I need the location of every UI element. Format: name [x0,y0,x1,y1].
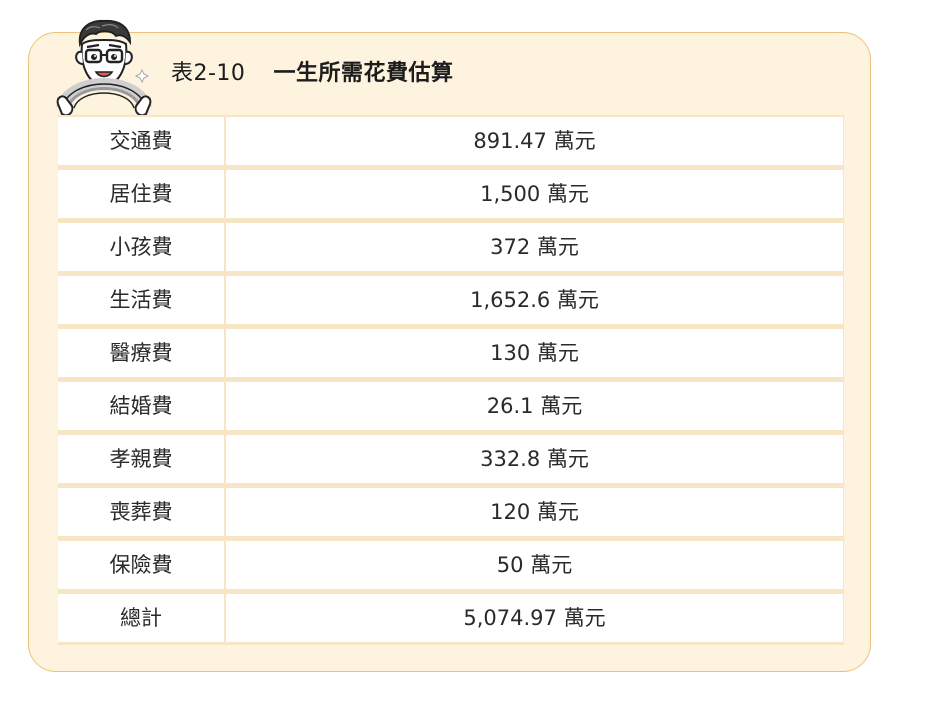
table-row: 交通費 891.47 萬元 [58,115,844,165]
mascot-icon [56,19,152,117]
table-title: 表2-10 一生所需花費估算 [171,57,453,91]
row-label: 居住費 [58,170,224,218]
row-label: 交通費 [58,117,224,165]
table-row: 喪葬費 120 萬元 [58,486,844,536]
total-label: 總計 [58,594,224,642]
row-value: 372 萬元 [226,223,843,271]
row-label: 喪葬費 [58,488,224,536]
table-row: 保險費 50 萬元 [58,539,844,589]
row-label: 保險費 [58,541,224,589]
row-value: 26.1 萬元 [226,382,843,430]
table-row: 醫療費 130 萬元 [58,327,844,377]
table-caption: 一生所需花費估算 [273,61,454,86]
row-label: 孝親費 [58,435,224,483]
row-value: 1,652.6 萬元 [226,276,843,324]
row-value: 50 萬元 [226,541,843,589]
table-row: 結婚費 26.1 萬元 [58,380,844,430]
row-value: 120 萬元 [226,488,843,536]
table-row: 生活費 1,652.6 萬元 [58,274,844,324]
row-value: 130 萬元 [226,329,843,377]
row-label: 生活費 [58,276,224,324]
cost-table: 交通費 891.47 萬元 居住費 1,500 萬元 小孩費 372 萬元 生活… [58,115,844,645]
table-row: 孝親費 332.8 萬元 [58,433,844,483]
row-label: 結婚費 [58,382,224,430]
table-row-total: 總計 5,074.97 萬元 [58,592,844,642]
row-value: 891.47 萬元 [226,117,843,165]
table-number: 表2-10 [171,61,246,86]
row-value: 1,500 萬元 [226,170,843,218]
row-label: 小孩費 [58,223,224,271]
total-value: 5,074.97 萬元 [226,594,843,642]
table-row: 居住費 1,500 萬元 [58,168,844,218]
row-label: 醫療費 [58,329,224,377]
row-value: 332.8 萬元 [226,435,843,483]
table-row: 小孩費 372 萬元 [58,221,844,271]
